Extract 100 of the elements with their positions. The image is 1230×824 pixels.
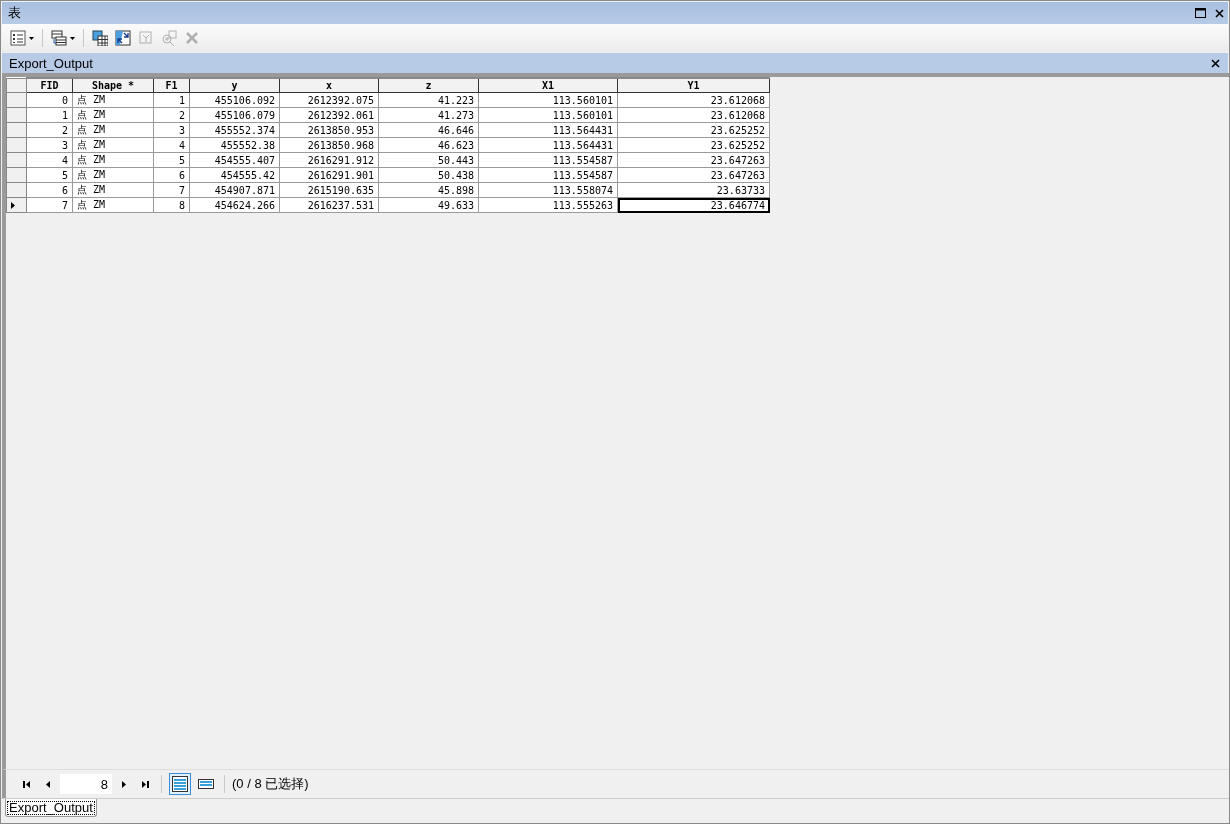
table-cell: 113.560101 bbox=[478, 107, 618, 123]
column-header[interactable]: Y1 bbox=[617, 78, 770, 93]
table-cell: 46.646 bbox=[378, 122, 479, 138]
list-options-icon bbox=[10, 30, 26, 46]
table-cell: 49.633 bbox=[378, 197, 479, 213]
table-icon bbox=[92, 30, 108, 46]
table-cell: 点 ZM bbox=[72, 137, 154, 153]
table-cell: 113.564431 bbox=[478, 137, 618, 153]
table-cell: 点 ZM bbox=[72, 182, 154, 198]
table-cell: 23.625252 bbox=[617, 122, 770, 138]
table-cell: 3 bbox=[26, 137, 73, 153]
switch-selection-button[interactable] bbox=[113, 28, 133, 48]
table-cell: 2 bbox=[153, 107, 190, 123]
table-cell: 454624.266 bbox=[189, 197, 280, 213]
related-tables-menu[interactable] bbox=[49, 28, 77, 48]
column-header[interactable]: Shape * bbox=[72, 78, 154, 93]
table-cell: 23.647263 bbox=[617, 152, 770, 168]
previous-record-icon bbox=[45, 779, 51, 789]
table-cell: 0 bbox=[26, 92, 73, 108]
table-cell: 2612392.075 bbox=[279, 92, 379, 108]
table-cell: 7 bbox=[153, 182, 190, 198]
table-cell: 点 ZM bbox=[72, 167, 154, 183]
column-header[interactable]: x bbox=[279, 78, 379, 93]
table-cell: 点 ZM bbox=[72, 92, 154, 108]
table-cell: 7 bbox=[26, 197, 73, 213]
table-cell: 455106.079 bbox=[189, 107, 280, 123]
table-cell: 点 ZM bbox=[72, 122, 154, 138]
table-cell: 50.438 bbox=[378, 167, 479, 183]
table-cell: 6 bbox=[26, 182, 73, 198]
caret-icon bbox=[29, 36, 34, 40]
current-row-icon bbox=[11, 201, 15, 209]
selected-records-icon bbox=[198, 776, 214, 792]
maximize-icon[interactable] bbox=[1195, 8, 1206, 18]
table-cell: 点 ZM bbox=[72, 197, 154, 213]
table-cell: 23.612068 bbox=[617, 107, 770, 123]
table-cell: 455552.38 bbox=[189, 137, 280, 153]
table-cell: 454555.42 bbox=[189, 167, 280, 183]
table-cell: 点 ZM bbox=[72, 152, 154, 168]
table-title: Export_Output bbox=[9, 55, 93, 71]
table-cell: 点 ZM bbox=[72, 107, 154, 123]
table-cell: 1 bbox=[26, 107, 73, 123]
table-cell: 113.555263 bbox=[478, 197, 618, 213]
record-number-field[interactable]: 8 bbox=[60, 774, 112, 794]
table-cell: 4 bbox=[26, 152, 73, 168]
column-header[interactable]: z bbox=[378, 78, 479, 93]
table-cell: 113.560101 bbox=[478, 92, 618, 108]
table-cell: 455106.092 bbox=[189, 92, 280, 108]
table-cell: 113.564431 bbox=[478, 122, 618, 138]
table-cell: 2616237.531 bbox=[279, 197, 379, 213]
table-cell: 113.554587 bbox=[478, 152, 618, 168]
table-button[interactable] bbox=[90, 28, 110, 48]
table-cell: 2616291.912 bbox=[279, 152, 379, 168]
related-tables-icon bbox=[51, 30, 67, 46]
table-cell: 45.898 bbox=[378, 182, 479, 198]
table-cell: 6 bbox=[153, 167, 190, 183]
all-records-icon bbox=[172, 776, 188, 792]
table-cell: 23.647263 bbox=[617, 167, 770, 183]
switch-selection-icon bbox=[115, 30, 131, 46]
table-cell: 23.646774 bbox=[617, 197, 770, 213]
column-header[interactable]: y bbox=[189, 78, 280, 93]
table-cell: 2613850.953 bbox=[279, 122, 379, 138]
table-cell: 41.273 bbox=[378, 107, 479, 123]
selection-status: (0 / 8 已选择) bbox=[232, 775, 309, 793]
header-corner bbox=[6, 78, 27, 93]
table-cell: 5 bbox=[26, 167, 73, 183]
table-cell: 2613850.968 bbox=[279, 137, 379, 153]
table-cell: 1 bbox=[153, 92, 190, 108]
list-options-menu[interactable] bbox=[8, 28, 36, 48]
table-cell: 3 bbox=[153, 122, 190, 138]
delete-icon bbox=[184, 30, 200, 46]
table-cell: 23.625252 bbox=[617, 137, 770, 153]
table-cell: 23.612068 bbox=[617, 92, 770, 108]
column-header[interactable]: F1 bbox=[153, 78, 190, 93]
column-header[interactable]: FID bbox=[26, 78, 73, 93]
table-cell: 23.63733 bbox=[617, 182, 770, 198]
table-cell: 2 bbox=[26, 122, 73, 138]
clear-selection-icon bbox=[138, 30, 154, 46]
table-cell: 4 bbox=[153, 137, 190, 153]
column-header[interactable]: X1 bbox=[478, 78, 618, 93]
caret-icon bbox=[70, 36, 75, 40]
close-icon[interactable] bbox=[1211, 58, 1220, 68]
table-cell: 2615190.635 bbox=[279, 182, 379, 198]
table-cell: 454555.407 bbox=[189, 152, 280, 168]
first-record-icon bbox=[23, 779, 31, 789]
all-records-button[interactable] bbox=[169, 773, 191, 795]
table-cell: 113.554587 bbox=[478, 167, 618, 183]
table-tab[interactable]: Export_Output bbox=[5, 799, 97, 817]
table-cell: 41.223 bbox=[378, 92, 479, 108]
table-cell: 2612392.061 bbox=[279, 107, 379, 123]
table-cell: 8 bbox=[153, 197, 190, 213]
table-cell: 455552.374 bbox=[189, 122, 280, 138]
next-record-icon bbox=[121, 779, 127, 789]
table-cell: 454907.871 bbox=[189, 182, 280, 198]
table-cell: 46.623 bbox=[378, 137, 479, 153]
table-cell: 2616291.901 bbox=[279, 167, 379, 183]
last-record-icon bbox=[141, 779, 149, 789]
table-cell: 50.443 bbox=[378, 152, 479, 168]
close-icon[interactable] bbox=[1215, 8, 1224, 18]
table-cell: 113.558074 bbox=[478, 182, 618, 198]
window-title: 表 bbox=[8, 4, 21, 22]
